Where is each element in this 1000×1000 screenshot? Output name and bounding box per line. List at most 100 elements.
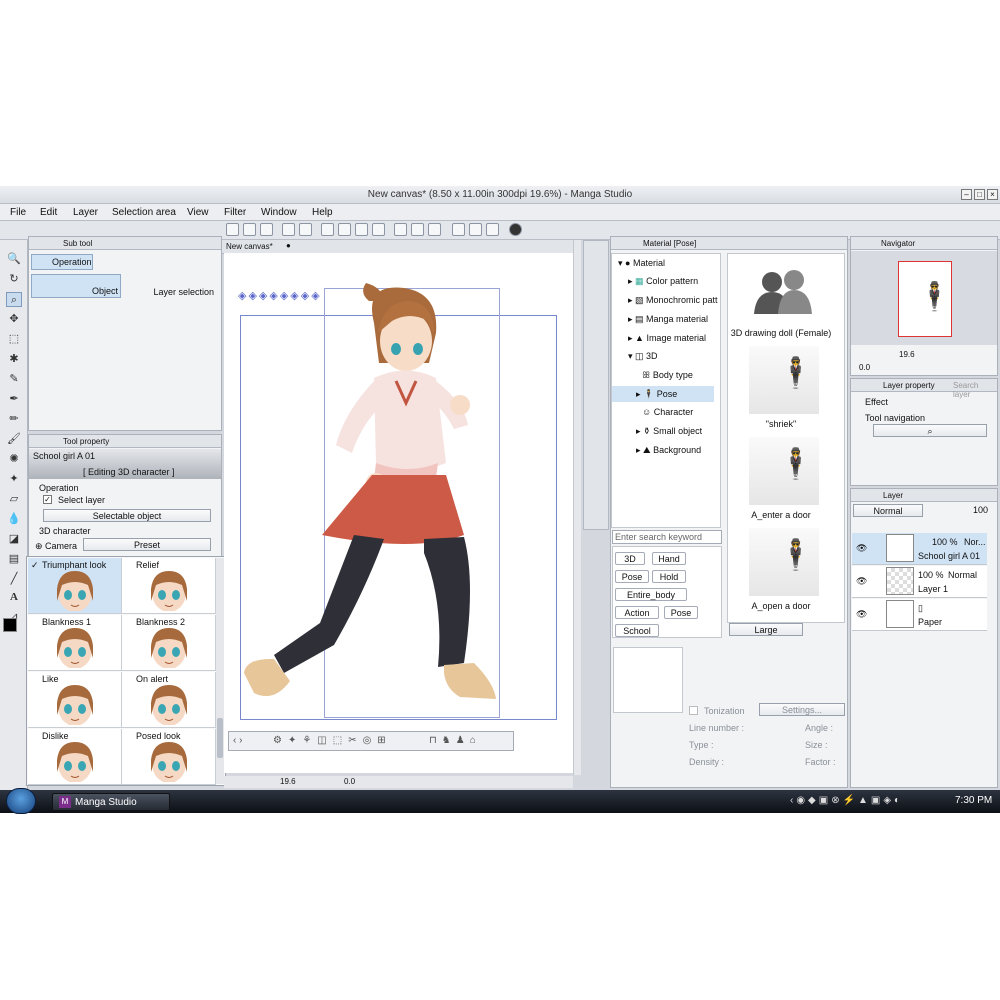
tree-color-pattern[interactable]: ▸ ▦ Color pattern (628, 276, 698, 287)
tool-navigation-button[interactable]: ⌕ (873, 424, 987, 437)
menu-filter[interactable]: Filter (224, 207, 246, 218)
navigator-thumbnail[interactable]: 🕴 (898, 261, 952, 337)
canvas-angle[interactable]: 0.0 (344, 777, 355, 786)
tree-material[interactable]: ▾ ● Material (618, 258, 665, 269)
tree-monochromic[interactable]: ▸ ▧ Monochromic patt (628, 295, 718, 306)
taskbar-app-button[interactable]: M Manga Studio (52, 793, 170, 811)
minimize-button[interactable]: – (961, 189, 972, 200)
tree-character[interactable]: ☺ Character (642, 407, 693, 417)
navigator-tab[interactable]: Navigator (851, 237, 997, 250)
clear-icon[interactable] (394, 223, 407, 236)
expand-camera-icon[interactable]: ⊕ (35, 541, 43, 552)
keyword-tag[interactable]: Hand (652, 552, 686, 565)
move-icon[interactable]: ✥ (6, 312, 22, 327)
keyword-tag[interactable]: School (615, 624, 659, 637)
border-icon[interactable] (428, 223, 441, 236)
text-tool-icon[interactable]: A (6, 590, 22, 605)
blend-mode-dropdown[interactable]: Normal (853, 504, 923, 517)
layer-paper[interactable]: 👁 ▯ Paper (852, 599, 987, 631)
menu-edit[interactable]: Edit (40, 207, 57, 218)
layer-tab[interactable]: Layer (851, 489, 997, 502)
gradient-icon[interactable]: ▤ (6, 552, 22, 567)
pose-thumb-shriek[interactable]: 🕴 (749, 346, 819, 414)
3d-doll-thumbnail[interactable] (750, 268, 820, 316)
material-tab[interactable]: Material [Pose] (611, 237, 847, 250)
subtool-group-operation[interactable]: Operation (31, 254, 93, 270)
canvas-tab[interactable]: New canvas* (226, 242, 273, 251)
preset-dropdown[interactable]: Preset (83, 538, 211, 551)
keyword-tag[interactable]: 3D (615, 552, 645, 565)
thumbnail-size-dropdown[interactable]: Large (729, 623, 803, 636)
tree-image-material[interactable]: ▸ ▲ Image material (628, 333, 706, 344)
menu-window[interactable]: Window (261, 207, 297, 218)
eraser-icon[interactable]: ▱ (6, 492, 22, 507)
pose-thumb-open-door[interactable]: 🕴 (749, 528, 819, 596)
guide-snap-icon[interactable] (486, 223, 499, 236)
rotate-view-icon[interactable]: ↻ (6, 272, 22, 287)
settings-button[interactable]: Settings... (759, 703, 845, 716)
tool-property-tab[interactable]: Tool property (29, 435, 221, 448)
new-file-icon[interactable] (226, 223, 239, 236)
pose-thumb-enter-door[interactable]: 🕴 (749, 437, 819, 505)
close-tab-icon[interactable]: ● (286, 241, 291, 250)
launcher-icons[interactable]: ⚙✦⚘◫⬚✂◎⊞ (273, 735, 392, 746)
keyword-tag[interactable]: Pose (615, 570, 649, 583)
transform-icon[interactable] (321, 223, 334, 236)
layer-1[interactable]: 👁 100 % Normal Layer 1 (852, 566, 987, 598)
menu-view[interactable]: View (187, 207, 209, 218)
pencil-icon[interactable]: ✏ (6, 412, 22, 427)
expression-blankness-1[interactable]: Blankness 1 (28, 615, 122, 671)
menu-file[interactable]: File (10, 207, 26, 218)
prev-icon[interactable]: ‹ › (233, 735, 242, 746)
eye-icon[interactable]: 👁 (856, 576, 867, 587)
eye-icon[interactable]: 👁 (856, 609, 867, 620)
fill-icon[interactable] (411, 223, 424, 236)
tree-background[interactable]: ▸ ⛰ Background (636, 445, 701, 456)
menu-layer[interactable]: Layer (73, 207, 98, 218)
tree-3d[interactable]: ▾ ◫ 3D (628, 351, 658, 362)
brush-icon[interactable]: 🖌 (6, 432, 22, 447)
search-input[interactable]: Enter search keyword (612, 530, 722, 544)
rotate-icon[interactable] (355, 223, 368, 236)
expression-relief[interactable]: Relief (122, 558, 216, 614)
eyedropper-icon[interactable]: ✎ (6, 372, 22, 387)
ruler-snap-icon[interactable] (452, 223, 465, 236)
maximize-button[interactable]: □ (974, 189, 985, 200)
free-transform-icon[interactable] (372, 223, 385, 236)
tray-icons[interactable]: ‹◉◆▣⊗⚡▲▣◈◐ (790, 795, 903, 806)
expression-on-alert[interactable]: On alert (122, 672, 216, 728)
canvas-zoom[interactable]: 19.6 (280, 777, 296, 786)
layer-property-tab[interactable]: Layer property Search layer (851, 379, 997, 399)
expression-like[interactable]: Like (28, 672, 122, 728)
scale-icon[interactable] (338, 223, 351, 236)
subtool-layer-selection[interactable]: Layer selection (124, 274, 216, 298)
select-layer-checkbox[interactable]: ✓ (43, 495, 52, 504)
subtool-tab[interactable]: Sub tool (29, 237, 221, 250)
marquee-icon[interactable]: ⬚ (6, 332, 22, 347)
expression-scroll-thumb[interactable] (217, 718, 223, 758)
fill-tool-icon[interactable]: ◪ (6, 532, 22, 547)
keyword-tag[interactable]: Action (615, 606, 659, 619)
tree-small-object[interactable]: ▸ ⚱ Small object (636, 426, 702, 437)
object-icon[interactable]: ⌕ (6, 292, 22, 307)
airbrush-icon[interactable]: ✺ (6, 452, 22, 467)
opacity-value[interactable]: 100 (973, 505, 988, 515)
undo-icon[interactable] (282, 223, 295, 236)
start-button[interactable] (6, 788, 36, 814)
blend-icon[interactable]: 💧 (6, 512, 22, 527)
main-color-swatch[interactable] (3, 618, 17, 632)
expression-dislike[interactable]: Dislike (28, 729, 122, 785)
grid-snap-icon[interactable] (469, 223, 482, 236)
figure-icon[interactable]: ╱ (6, 572, 22, 587)
tree-pose[interactable]: ▸ 🕴 Pose (636, 389, 677, 400)
keyword-tag[interactable]: Hold (652, 570, 686, 583)
navigator-angle[interactable]: 0.0 (859, 363, 870, 372)
close-button[interactable]: × (987, 189, 998, 200)
magnet-icons[interactable]: ⊓♞♟⌂ (429, 735, 481, 746)
open-file-icon[interactable] (243, 223, 256, 236)
tree-manga-material[interactable]: ▸ ▤ Manga material (628, 314, 708, 325)
save-icon[interactable] (260, 223, 273, 236)
redo-icon[interactable] (299, 223, 312, 236)
canvas-vscrollbar[interactable] (573, 240, 581, 775)
menu-selection-area[interactable]: Selection area (112, 207, 176, 218)
